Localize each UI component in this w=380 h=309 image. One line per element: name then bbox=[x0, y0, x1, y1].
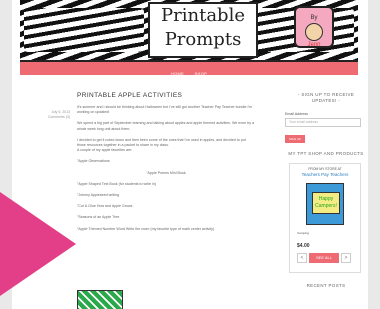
chevron-right-icon[interactable]: > bbox=[341, 253, 351, 263]
post-paragraph: A couple of my apple favorites are: bbox=[77, 148, 133, 153]
list-item: "Apple Observations bbox=[77, 159, 110, 164]
post-comments-link[interactable]: Comments (0) bbox=[36, 115, 70, 120]
arrow-overlay-icon bbox=[0, 192, 76, 296]
post-paragraph: It's summer and I should be thinking abo… bbox=[77, 105, 253, 115]
signup-button[interactable]: SIGN UP bbox=[285, 135, 305, 143]
product-price: $4.00 bbox=[297, 243, 310, 249]
tpt-from-store: FROM MY STORE AT bbox=[308, 167, 342, 171]
signup-heading: - SIGN UP TO RECEIVE UPDATES! - bbox=[297, 92, 355, 103]
list-item: "Johnny Appleseed writing bbox=[77, 193, 120, 198]
email-field[interactable]: Your email address bbox=[285, 118, 361, 127]
product-title: Happy Campers! bbox=[312, 192, 340, 214]
list-item: "Apple Shaped Text Book (for students to… bbox=[77, 181, 157, 186]
list-item: "Cut & Glue How and Apple Grows bbox=[77, 204, 133, 209]
sidebar: - SIGN UP TO RECEIVE UPDATES! - Email Ad… bbox=[285, 92, 367, 289]
site-header: Printable Prompts By Jenn bbox=[20, 0, 358, 62]
site-title-line2: Prompts bbox=[164, 29, 242, 50]
badge-by: By bbox=[310, 15, 318, 21]
chevron-decoration-left bbox=[24, 8, 144, 52]
chevron-left-icon[interactable]: < bbox=[297, 253, 307, 263]
blog-post: PRINTABLE APPLE ACTIVITIES It's summer a… bbox=[77, 92, 255, 232]
post-title[interactable]: PRINTABLE APPLE ACTIVITIES bbox=[77, 92, 255, 99]
product-image[interactable]: Happy Campers! bbox=[306, 183, 344, 225]
list-item: "Seasons of an Apple Tree bbox=[77, 215, 120, 220]
post-meta: July 5, 2013 Comments (0) bbox=[36, 110, 70, 120]
shop-heading: MY TPT SHOP AND PRODUCTS bbox=[288, 151, 364, 156]
badge-author-name: Jenn bbox=[307, 42, 321, 48]
list-item: "Apple Themed Number Word Write the room… bbox=[77, 226, 215, 231]
post-image[interactable] bbox=[77, 290, 123, 309]
site-logo[interactable]: Printable Prompts bbox=[148, 2, 258, 58]
author-badge: By Jenn bbox=[294, 6, 334, 48]
email-label: Email Address bbox=[285, 112, 308, 116]
site-title-line1: Printable bbox=[161, 5, 245, 26]
tpt-widget: FROM MY STORE AT Teachers Pay Teachers H… bbox=[289, 163, 361, 273]
nav-item-shop[interactable]: SHOP bbox=[195, 71, 208, 76]
browser-viewport: Printable Prompts By Jenn HOME SHOP July… bbox=[0, 0, 380, 309]
product-carousel-controls: < SEE ALL > bbox=[297, 253, 357, 263]
post-paragraph: I decided to get it noted down and then … bbox=[77, 137, 246, 148]
main-nav: HOME SHOP bbox=[20, 62, 358, 76]
nav-item-home[interactable]: HOME bbox=[171, 71, 184, 76]
list-item: "Apple Poems Mini Book bbox=[146, 170, 186, 175]
recent-posts-heading: RECENT POSTS bbox=[306, 283, 346, 288]
see-all-button[interactable]: SEE ALL bbox=[309, 253, 339, 263]
post-paragraph: We spend a big part of September learnin… bbox=[77, 121, 255, 131]
product-caption[interactable]: Camping bbox=[297, 231, 357, 235]
avatar bbox=[305, 23, 323, 41]
tpt-logo[interactable]: Teachers Pay Teachers bbox=[293, 172, 357, 177]
